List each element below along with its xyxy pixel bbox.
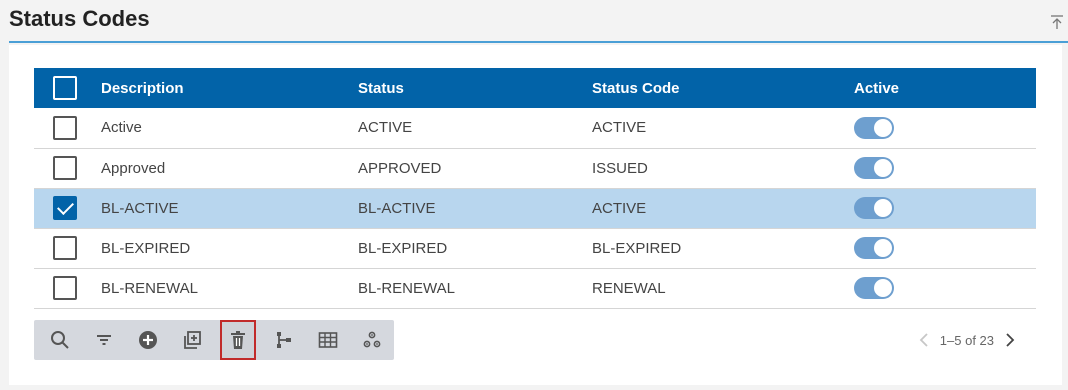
chevron-left-icon [919, 333, 928, 347]
status-codes-table: Description Status Status Code Active Ac… [34, 68, 1036, 309]
toggle-knob [874, 239, 892, 257]
page-range-label: 1–5 of 23 [939, 332, 994, 348]
copy-add-icon [184, 331, 201, 349]
column-header-status[interactable]: Status [358, 68, 592, 108]
column-header-status-code[interactable]: Status Code [592, 68, 854, 108]
cell-status-code: ACTIVE [592, 188, 854, 229]
content-panel: Description Status Status Code Active Ac… [9, 45, 1062, 385]
table-row[interactable]: BL-EXPIRED BL-EXPIRED BL-EXPIRED [34, 228, 1036, 269]
add-button[interactable] [130, 320, 166, 360]
select-all-checkbox[interactable] [53, 76, 77, 100]
delete-button[interactable] [220, 320, 256, 360]
add-circle-icon [139, 331, 157, 349]
row-checkbox[interactable] [53, 196, 77, 220]
cell-status-code: ACTIVE [592, 108, 854, 149]
filter-icon [97, 335, 111, 345]
cell-status-code: ISSUED [592, 148, 854, 189]
delete-icon [231, 331, 245, 349]
table-row[interactable]: Approved APPROVED ISSUED [34, 148, 1036, 189]
active-toggle[interactable] [854, 116, 894, 139]
search-icon [51, 331, 69, 349]
filter-button[interactable] [86, 320, 122, 360]
table-toolbar [34, 320, 394, 360]
pagination: 1–5 of 23 [914, 330, 1020, 350]
column-header-active[interactable]: Active [854, 68, 1036, 108]
prev-page-button[interactable] [914, 330, 934, 350]
collapse-up-icon[interactable] [1050, 14, 1064, 30]
grid-button[interactable] [310, 320, 346, 360]
copy-add-button[interactable] [174, 320, 210, 360]
cell-status: BL-EXPIRED [358, 228, 592, 269]
search-button[interactable] [42, 320, 78, 360]
status-codes-page: Status Codes Description Status Status C… [0, 0, 1068, 390]
grid-icon [318, 332, 338, 348]
select-all-cell [34, 68, 101, 108]
toggle-knob [874, 279, 892, 297]
row-checkbox[interactable] [53, 115, 77, 140]
row-checkbox[interactable] [53, 156, 77, 180]
chevron-right-icon [1006, 333, 1015, 347]
hierarchy-icon [277, 332, 291, 348]
cell-status: BL-ACTIVE [358, 188, 592, 229]
cell-status: APPROVED [358, 148, 592, 189]
table-header-row: Description Status Status Code Active [34, 68, 1036, 108]
toggle-knob [874, 159, 892, 177]
toggle-knob [874, 118, 892, 137]
cell-status: BL-RENEWAL [358, 268, 592, 309]
settings-icon [363, 331, 381, 348]
page-header: Status Codes [9, 0, 1068, 43]
next-page-button[interactable] [1000, 330, 1020, 350]
cell-description: Approved [101, 148, 358, 189]
cell-status-code: RENEWAL [592, 268, 854, 309]
row-checkbox[interactable] [53, 236, 77, 260]
row-checkbox[interactable] [53, 276, 77, 300]
cell-status: ACTIVE [358, 108, 592, 149]
table-row[interactable]: BL-ACTIVE BL-ACTIVE ACTIVE [34, 188, 1036, 229]
active-toggle[interactable] [854, 157, 894, 179]
toggle-knob [874, 199, 892, 217]
cell-status-code: BL-EXPIRED [592, 228, 854, 269]
column-header-description[interactable]: Description [101, 68, 358, 108]
table-row[interactable]: BL-RENEWAL BL-RENEWAL RENEWAL [34, 268, 1036, 309]
cell-description: BL-RENEWAL [101, 268, 358, 309]
page-title: Status Codes [9, 6, 150, 31]
table-row[interactable]: Active ACTIVE ACTIVE [34, 108, 1036, 149]
settings-button[interactable] [354, 320, 390, 360]
active-toggle[interactable] [854, 277, 894, 299]
active-toggle[interactable] [854, 197, 894, 219]
cell-description: Active [101, 108, 358, 149]
active-toggle[interactable] [854, 237, 894, 259]
cell-description: BL-ACTIVE [101, 188, 358, 229]
hierarchy-button[interactable] [266, 320, 302, 360]
cell-description: BL-EXPIRED [101, 228, 358, 269]
